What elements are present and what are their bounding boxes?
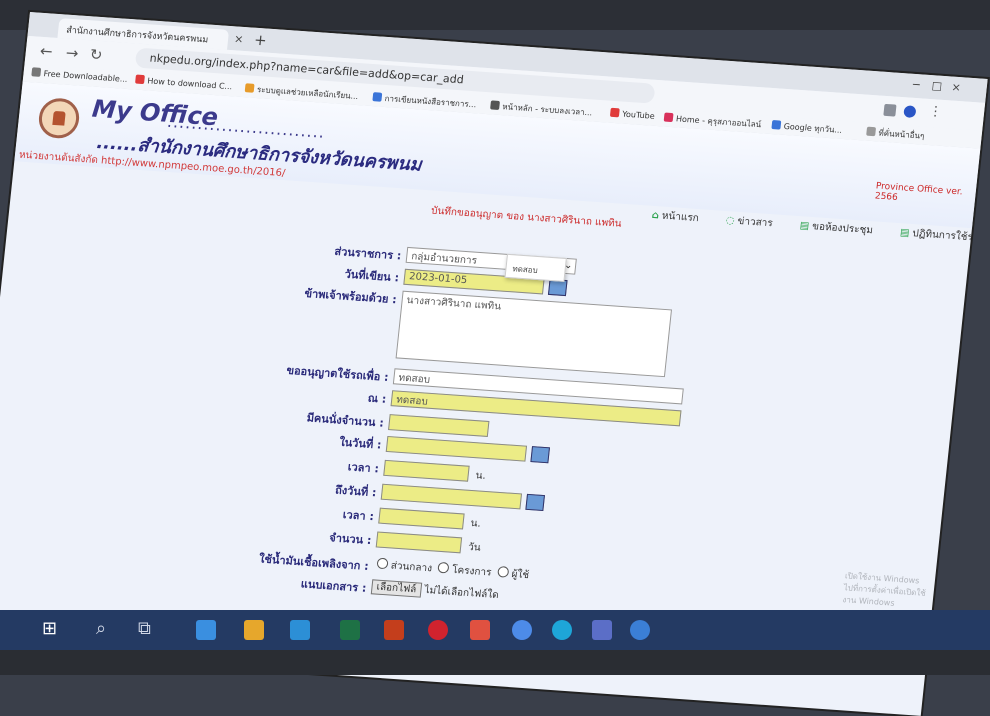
back-icon[interactable]: ← xyxy=(39,42,53,61)
end-date-field[interactable] xyxy=(380,483,523,510)
mail-icon[interactable] xyxy=(196,620,216,640)
forward-icon[interactable]: → xyxy=(65,44,79,63)
calendar-icon[interactable] xyxy=(530,446,551,464)
chrome-icon[interactable] xyxy=(512,620,532,640)
bookmark-item[interactable]: How to download C... xyxy=(135,74,233,91)
windows-activation-watermark: เปิดใช้งาน Windows ไปที่การตั้งค่าเพื่อเ… xyxy=(842,571,927,608)
calendar-icon[interactable] xyxy=(525,493,545,512)
radio-icon[interactable] xyxy=(376,557,389,570)
days-unit: วัน xyxy=(467,541,482,554)
profile-avatar[interactable] xyxy=(903,105,917,119)
maximize-icon[interactable]: □ xyxy=(931,79,943,93)
nav-meeting[interactable]: ▤ ขอห้องประชุม xyxy=(799,220,885,237)
nav-news[interactable]: ◌ ข่าวสาร xyxy=(725,215,785,230)
fuel-option-user[interactable]: ผู้ใช้ xyxy=(494,566,530,581)
news-icon: ◌ xyxy=(725,215,736,227)
teams-icon[interactable] xyxy=(592,620,612,640)
reload-icon[interactable]: ↻ xyxy=(89,45,103,64)
file-status: ไม่ได้เลือกไฟล์ใด xyxy=(423,584,500,602)
opera-icon[interactable] xyxy=(428,620,448,640)
start-date-field[interactable] xyxy=(385,435,528,462)
powerpoint-icon[interactable] xyxy=(384,620,404,640)
meeting-icon: ▤ xyxy=(799,220,810,232)
hour-unit: น. xyxy=(470,518,482,530)
windows-taskbar: ⊞ ⌕ ⧉ xyxy=(0,610,990,650)
fuel-option-project[interactable]: โครงการ xyxy=(435,561,492,579)
windows-start-icon[interactable]: ⊞ xyxy=(42,618,57,639)
people-field[interactable] xyxy=(388,414,490,437)
app-icon[interactable] xyxy=(630,620,650,640)
bookmark-item[interactable]: ที่คั่นหน้าอื่นๆ xyxy=(866,126,925,143)
calendar-icon: ▤ xyxy=(899,227,910,239)
fuel-option-central[interactable]: ส่วนกลาง xyxy=(373,557,433,574)
bookmark-item[interactable]: Free Downloadable... xyxy=(31,67,128,84)
extension-icon[interactable] xyxy=(883,103,897,117)
days-field[interactable] xyxy=(375,531,463,554)
edge-icon[interactable] xyxy=(552,620,572,640)
task-view-icon[interactable]: ⧉ xyxy=(138,618,151,639)
store-icon[interactable] xyxy=(290,620,310,640)
file-explorer-icon[interactable] xyxy=(244,620,264,640)
office-logo xyxy=(36,96,82,140)
home-icon: ⌂ xyxy=(651,209,660,222)
photo-border-bottom xyxy=(0,650,990,675)
attach-control: เลือกไฟล์ ไม่ได้เลือกไฟล์ใด xyxy=(370,579,500,603)
nav-calendar[interactable]: ▤ ปฏิทินการใช้รถยนต์ xyxy=(899,227,987,246)
with-textarea[interactable]: นางสาวศิรินาถ แพทิน xyxy=(395,290,673,378)
vivaldi-icon[interactable] xyxy=(470,620,490,640)
nav-home[interactable]: ⌂ หน้าแรก xyxy=(651,210,711,225)
excel-icon[interactable] xyxy=(340,620,360,640)
notice-text: บันทึกขออนุญาต ของ นางสาวศิรินาถ แพทิน xyxy=(430,205,623,230)
autocomplete-suggestion[interactable]: ทดสอบ xyxy=(504,253,567,282)
bookmark-item[interactable]: YouTube xyxy=(609,107,655,121)
version-label: Province Office ver. 2566 xyxy=(874,181,964,203)
minimize-icon[interactable]: − xyxy=(911,78,922,92)
hour-unit: น. xyxy=(475,470,487,482)
menu-icon[interactable]: ⋮ xyxy=(928,104,943,120)
fuel-options: ส่วนกลาง โครงการ ผู้ใช้ xyxy=(373,557,530,583)
search-icon[interactable]: ⌕ xyxy=(96,618,106,639)
start-time-field[interactable] xyxy=(383,459,470,482)
end-time-field[interactable] xyxy=(378,507,465,530)
choose-file-button[interactable]: เลือกไฟล์ xyxy=(370,579,423,598)
close-icon[interactable]: × xyxy=(951,81,962,95)
radio-icon[interactable] xyxy=(497,566,510,578)
radio-icon[interactable] xyxy=(437,561,450,574)
new-tab-icon[interactable]: + xyxy=(253,31,267,50)
tab-close-icon[interactable]: × xyxy=(234,32,245,46)
